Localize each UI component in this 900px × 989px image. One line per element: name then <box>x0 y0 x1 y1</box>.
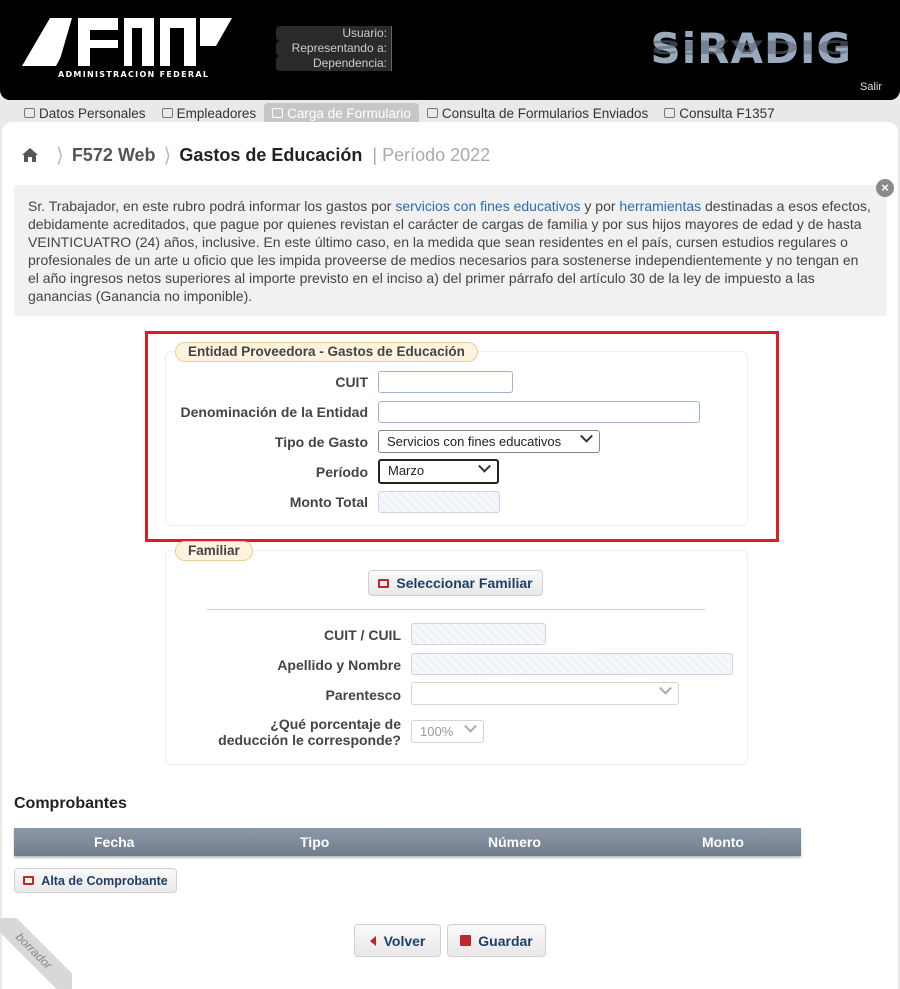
tab-consulta-formularios[interactable]: Consulta de Formularios Enviados <box>419 103 656 123</box>
mail-icon <box>426 108 438 118</box>
user-info: Usuario: Representando a: Dependencia: <box>276 26 392 71</box>
breadcrumb-periodo: | Período 2022 <box>372 144 491 165</box>
porcentaje-label-line1: ¿Qué porcentaje de <box>270 716 401 732</box>
porcentaje-value: 100% <box>420 724 454 739</box>
breadcrumb-separator: ⟩ <box>163 144 172 167</box>
breadcrumb-separator: ⟩ <box>56 144 64 167</box>
tab-label: Consulta F1357 <box>679 105 775 121</box>
column-fecha[interactable]: Fecha <box>94 834 134 850</box>
breadcrumb: ⟩ F572 Web ⟩ Gastos de Educación | Perío… <box>22 143 490 167</box>
highlight-frame <box>145 331 779 542</box>
porcentaje-select[interactable]: 100% <box>411 719 484 743</box>
logout-link[interactable]: Salir <box>860 81 882 93</box>
column-numero[interactable]: Número <box>488 834 541 850</box>
mail-icon <box>664 108 676 118</box>
representando-label: Representando a: <box>276 41 392 56</box>
button-label: Seleccionar Familiar <box>396 575 533 591</box>
home-icon[interactable] <box>22 148 38 162</box>
borrador-watermark: borrador <box>0 918 72 989</box>
servicios-link[interactable]: servicios con fines educativos <box>395 198 580 214</box>
tab-consulta-f1357[interactable]: Consulta F1357 <box>656 103 782 123</box>
chevron-down-icon <box>659 681 672 695</box>
main-nav: Datos Personales Empleadores Carga de Fo… <box>0 103 900 123</box>
apellido-nombre-label: Apellido y Nombre <box>277 657 401 673</box>
column-monto[interactable]: Monto <box>702 834 744 850</box>
alta-comprobante-button[interactable]: Alta de Comprobante <box>14 868 177 893</box>
cuit-cuil-label: CUIT / CUIL <box>324 627 401 643</box>
volver-button[interactable]: Volver <box>354 924 441 957</box>
popup-icon <box>23 876 35 885</box>
familiar-legend: Familiar <box>175 541 253 561</box>
app-title-reflection: SiRADIG <box>650 35 852 58</box>
close-icon[interactable]: × <box>876 179 894 197</box>
save-icon <box>460 935 472 946</box>
tab-label: Datos Personales <box>39 105 146 121</box>
button-label: Volver <box>383 932 426 949</box>
info-text: y por <box>580 198 620 214</box>
building-icon <box>161 108 173 118</box>
breadcrumb-root[interactable]: F572 Web <box>72 145 156 166</box>
info-text: Sr. Trabajador, en este rubro podrá info… <box>28 198 396 214</box>
info-message: Sr. Trabajador, en este rubro podrá info… <box>14 185 887 316</box>
comprobantes-table-header: Fecha Tipo Número Monto <box>14 828 801 856</box>
dependencia-label: Dependencia: <box>276 56 392 71</box>
header-bar: ADMINISTRACION FEDERAL Usuario: Represen… <box>0 0 900 100</box>
tab-label: Consulta de Formularios Enviados <box>441 105 649 121</box>
tab-label: Empleadores <box>176 105 257 121</box>
porcentaje-label-line2: deducción le corresponde? <box>218 732 401 748</box>
person-icon <box>24 108 35 118</box>
column-tipo[interactable]: Tipo <box>300 834 329 850</box>
comprobantes-title: Comprobantes <box>14 795 127 812</box>
parentesco-select[interactable] <box>411 681 679 705</box>
tab-empleadores[interactable]: Empleadores <box>154 103 265 123</box>
logo-caption: ADMINISTRACION FEDERAL <box>58 70 210 79</box>
divider <box>207 609 705 610</box>
button-label: Guardar <box>478 932 533 949</box>
usuario-label: Usuario: <box>276 26 392 41</box>
tab-carga-formulario[interactable]: Carga de Formulario <box>264 103 419 123</box>
herramientas-link[interactable]: herramientas <box>619 198 701 214</box>
cuit-cuil-input[interactable] <box>411 623 546 645</box>
button-label: Alta de Comprobante <box>41 873 168 888</box>
page-title: Gastos de Educación <box>179 144 363 165</box>
parentesco-label: Parentesco <box>325 687 401 703</box>
document-icon <box>272 108 284 118</box>
tab-datos-personales[interactable]: Datos Personales <box>16 103 154 123</box>
seleccionar-familiar-button[interactable]: Seleccionar Familiar <box>368 570 543 596</box>
porcentaje-label: ¿Qué porcentaje de deducción le correspon… <box>200 716 401 748</box>
chevron-down-icon <box>464 719 477 733</box>
popup-icon <box>378 578 390 588</box>
guardar-button[interactable]: Guardar <box>447 924 546 957</box>
back-arrow-icon <box>369 935 376 946</box>
watermark-text: borrador <box>0 918 72 989</box>
tab-label: Carga de Formulario <box>287 105 411 121</box>
apellido-nombre-input[interactable] <box>411 653 733 675</box>
